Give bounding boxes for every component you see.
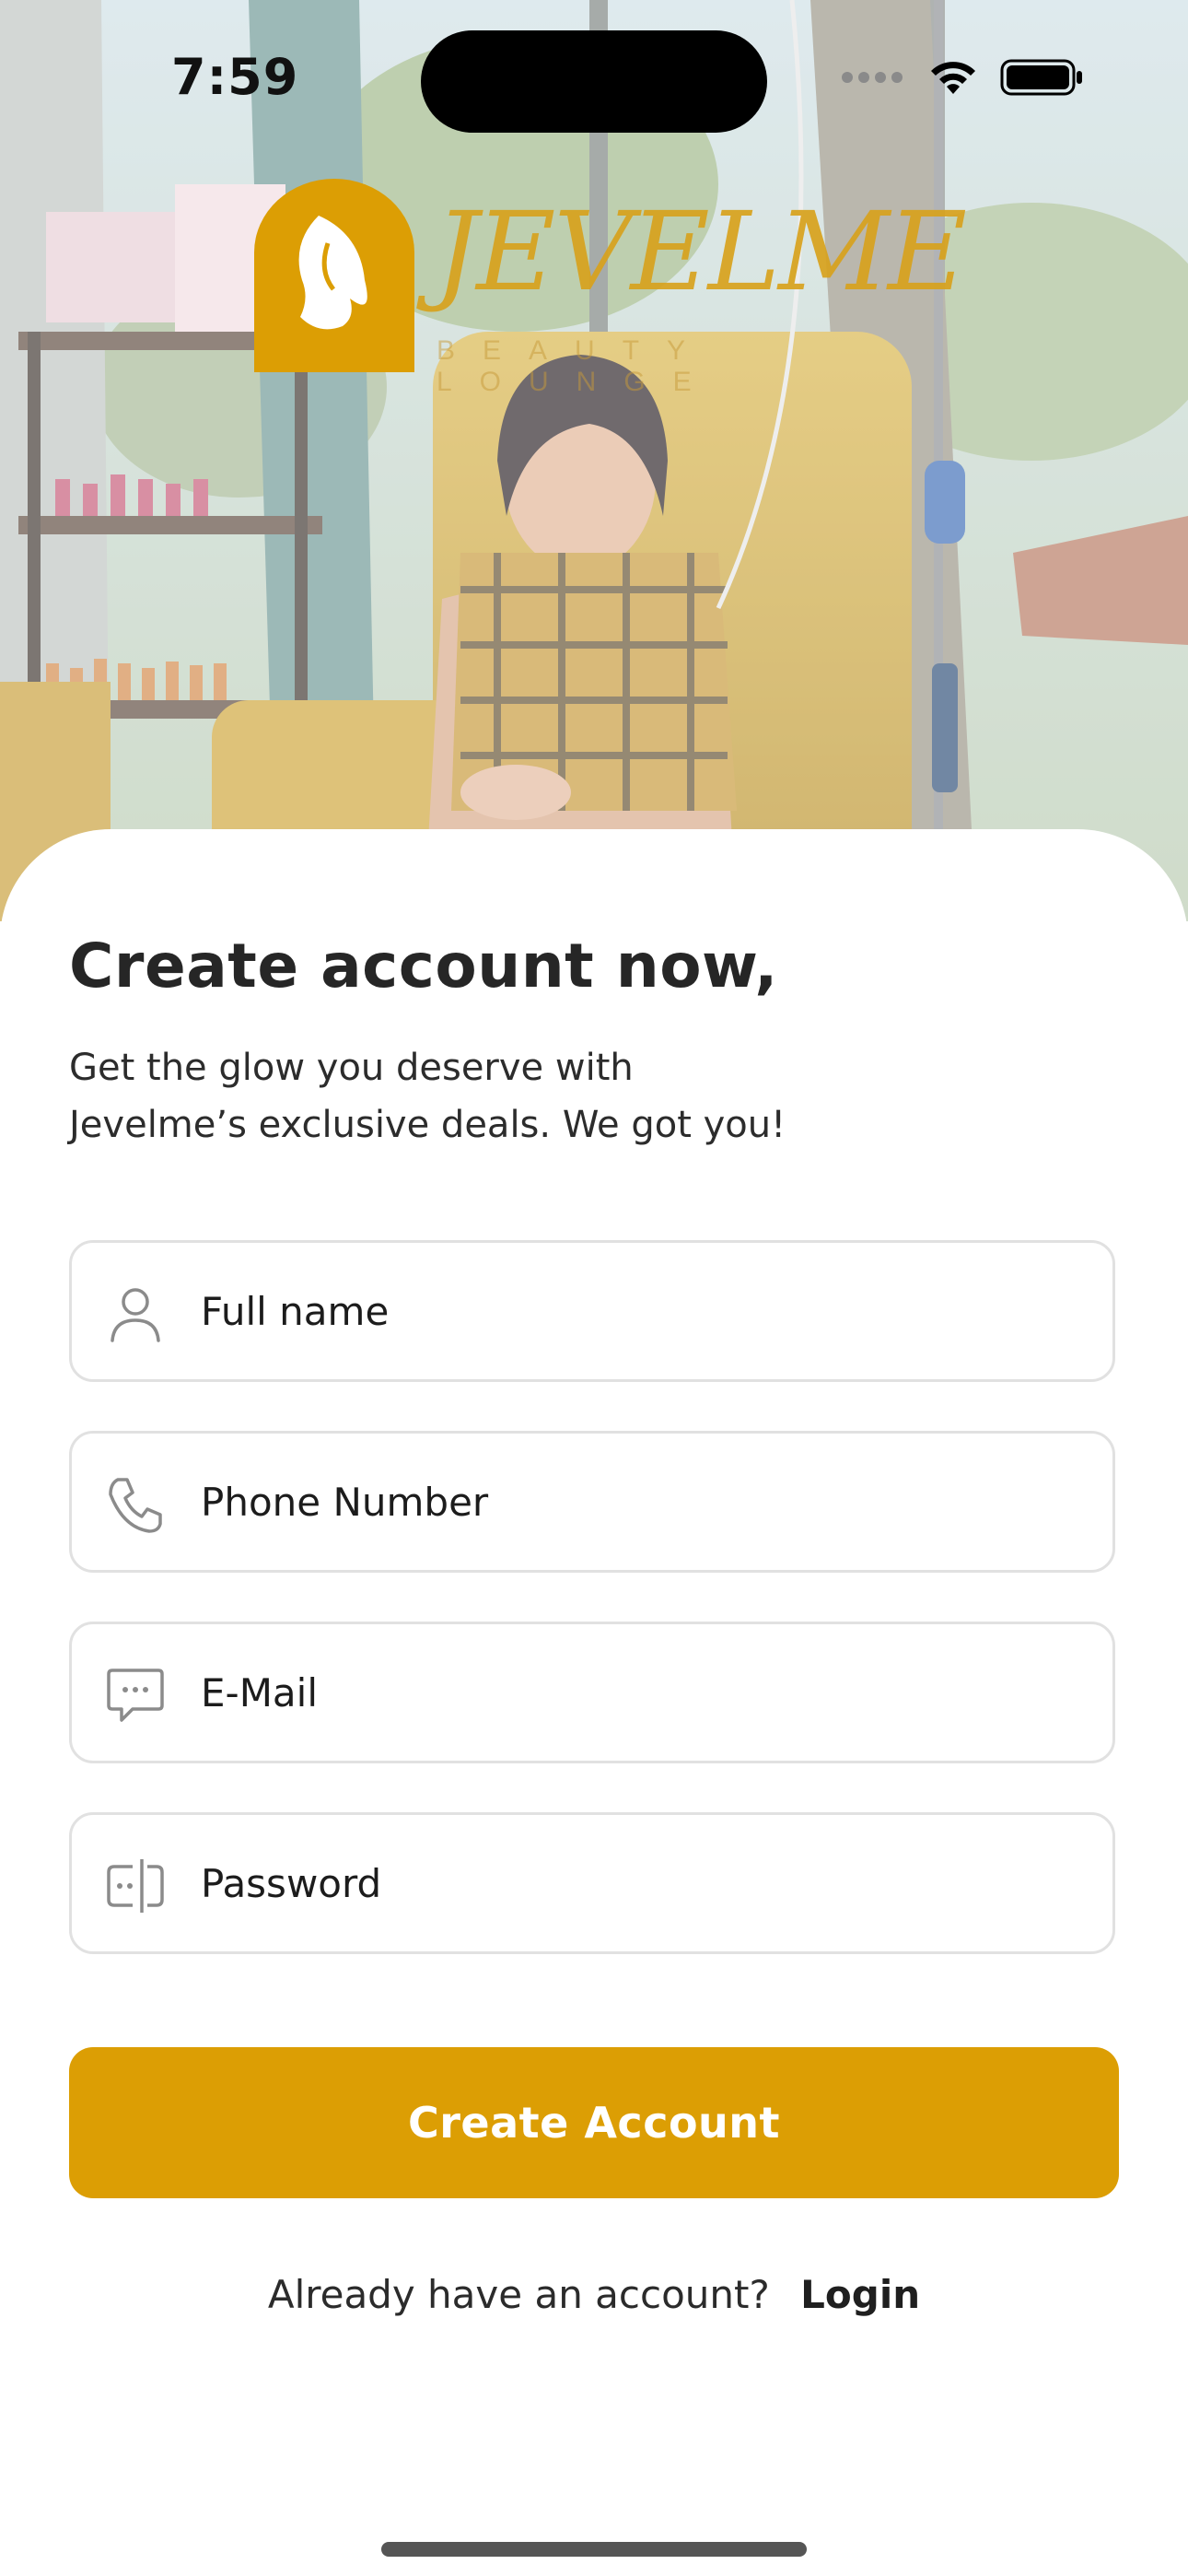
subtitle-line-1: Get the glow you deserve with bbox=[69, 1047, 634, 1089]
phone-icon bbox=[109, 1478, 162, 1533]
status-icons bbox=[840, 57, 1085, 98]
logo-silhouette-icon bbox=[254, 179, 414, 372]
hero-photo bbox=[0, 0, 1188, 921]
password-input[interactable] bbox=[201, 1815, 1085, 1951]
password-field[interactable] bbox=[69, 1812, 1115, 1954]
battery-icon bbox=[1000, 59, 1082, 96]
phone-number-field[interactable] bbox=[69, 1431, 1115, 1573]
signal-dots-icon bbox=[842, 72, 903, 83]
brand-logo: JEVELME BEAUTY LOUNGE bbox=[254, 179, 967, 397]
logo-wordmark: JEVELME bbox=[435, 188, 967, 315]
dynamic-island bbox=[421, 30, 767, 133]
hero-overlay bbox=[0, 0, 1188, 921]
full-name-input[interactable] bbox=[201, 1243, 1085, 1379]
login-prompt-text: Already have an account? bbox=[267, 2272, 770, 2317]
logo-subtitle: BEAUTY LOUNGE bbox=[437, 335, 719, 397]
login-prompt: Already have an account? Login bbox=[0, 2272, 1188, 2317]
email-input[interactable] bbox=[201, 1624, 1085, 1761]
wifi-icon bbox=[931, 62, 975, 94]
status-time: 7:59 bbox=[171, 48, 299, 106]
page-title: Create account now, bbox=[69, 931, 778, 1001]
user-icon bbox=[111, 1288, 160, 1342]
subtitle-line-2: Jevelme’s exclusive deals. We got you! bbox=[69, 1104, 786, 1146]
email-field[interactable] bbox=[69, 1622, 1115, 1763]
signup-screen: 7:59 JEVELME BEAUTY LOUNGE Create accoun… bbox=[0, 0, 1188, 2576]
phone-number-input[interactable] bbox=[201, 1434, 1085, 1570]
password-icon bbox=[107, 1859, 164, 1913]
home-indicator[interactable] bbox=[381, 2542, 807, 2557]
page-subtitle: Get the glow you deserve with Jevelme’s … bbox=[69, 1039, 898, 1153]
create-account-button[interactable]: Create Account bbox=[69, 2047, 1119, 2198]
login-link[interactable]: Login bbox=[800, 2272, 920, 2317]
full-name-field[interactable] bbox=[69, 1240, 1115, 1382]
chat-bubble-icon bbox=[107, 1669, 164, 1722]
